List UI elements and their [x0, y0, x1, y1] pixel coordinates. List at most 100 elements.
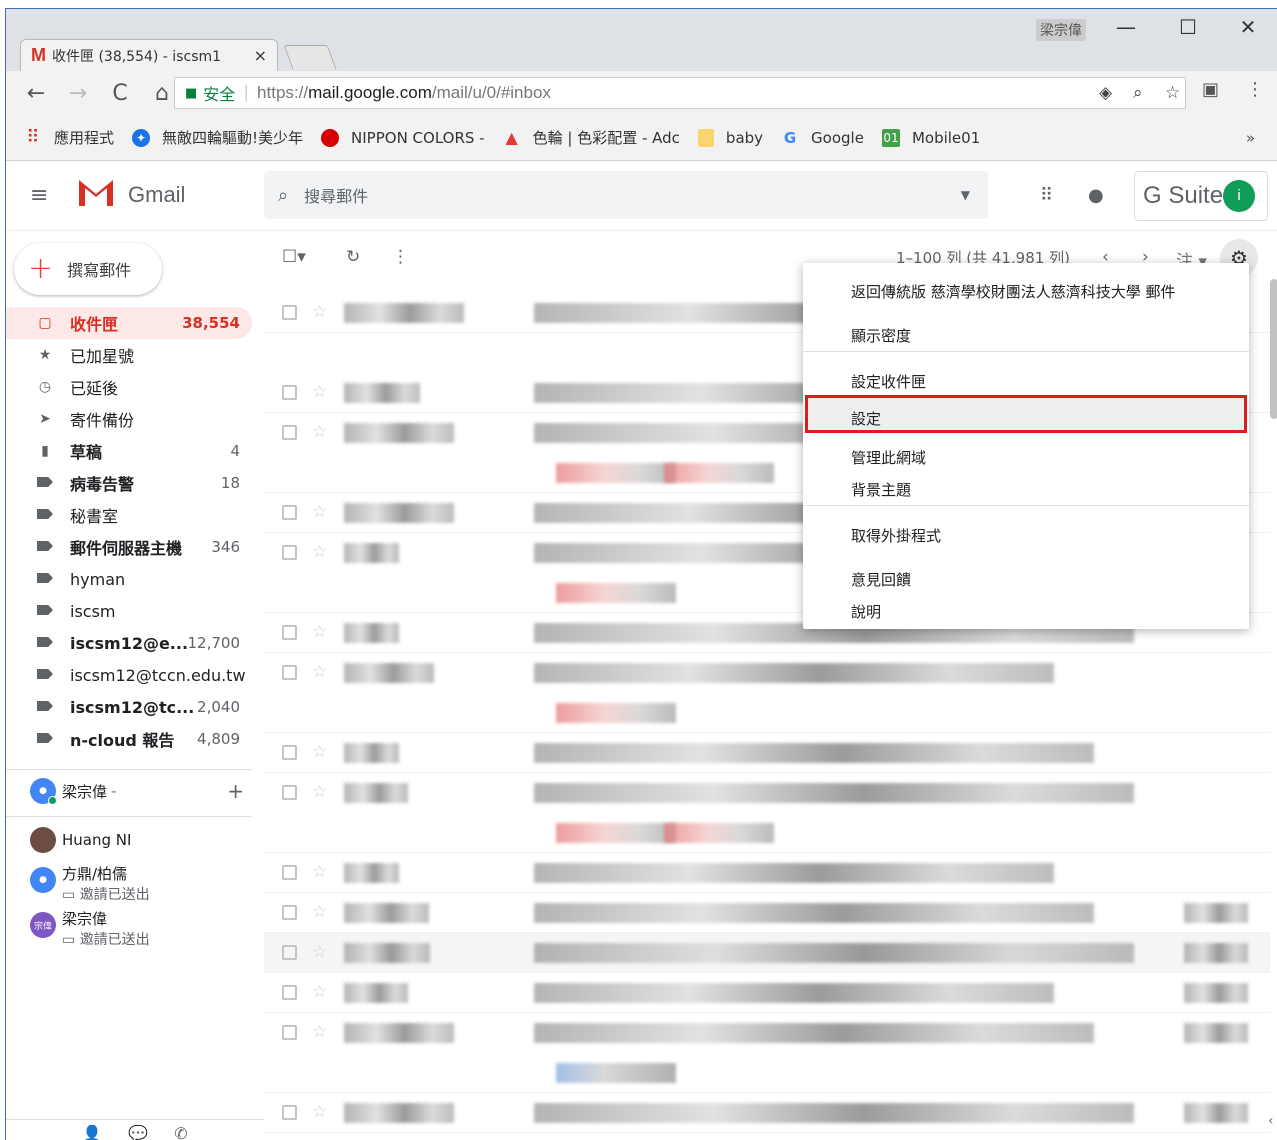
sidebar-item-label[interactable]: n-cloud 報告 4,809 — [6, 723, 252, 755]
minimize-button[interactable]: — — [1106, 15, 1146, 39]
search-options-icon[interactable]: ▼ — [961, 188, 970, 202]
contact-item[interactable]: 宗偉 梁宗偉 ▭ 邀請已送出 — [30, 908, 252, 949]
menu-item-manage-domain[interactable]: 管理此網域 — [851, 447, 926, 468]
bookmarks-more-icon[interactable]: » — [1246, 129, 1255, 147]
chat-icon[interactable]: 💬 — [128, 1124, 148, 1140]
person-icon[interactable]: 👤 — [82, 1124, 102, 1140]
sidebar-item-label[interactable]: iscsm — [6, 595, 252, 627]
back-icon[interactable]: ← — [24, 81, 48, 106]
menu-item-help[interactable]: 說明 — [851, 601, 881, 622]
search-input[interactable]: 搜尋郵件 — [304, 183, 368, 207]
browser-tab[interactable]: M 收件匣 (38,554) - iscsm1 × — [20, 39, 278, 71]
maximize-button[interactable]: ☐ — [1168, 15, 1208, 39]
phone-icon[interactable]: ✆ — [174, 1124, 187, 1140]
star-icon[interactable]: ☆ — [312, 302, 327, 322]
menu-item-feedback[interactable]: 意見回饋 — [851, 569, 911, 590]
contact-item[interactable]: ● 方鼎/柏儒 ▭ 邀請已送出 — [30, 863, 252, 904]
menu-item-density[interactable]: 顯示密度 — [851, 325, 911, 346]
star-icon[interactable]: ☆ — [312, 862, 327, 882]
star-icon[interactable]: ☆ — [312, 942, 327, 962]
scrollbar[interactable] — [1270, 279, 1277, 419]
more-actions-icon[interactable]: ⋮ — [392, 247, 409, 267]
star-icon[interactable]: ☆ — [312, 622, 327, 642]
row-checkbox[interactable] — [282, 1025, 297, 1040]
search-icon[interactable]: ⌕ — [278, 185, 288, 206]
gmail-logo-icon[interactable] — [76, 176, 116, 208]
bookmark-item[interactable]: NIPPON COLORS - — [321, 128, 485, 147]
star-icon[interactable]: ☆ — [312, 782, 327, 802]
reload-icon[interactable]: C — [108, 81, 132, 106]
bookmark-item[interactable]: baby — [697, 128, 763, 147]
sidebar-item-snoozed[interactable]: ◷ 已延後 — [6, 371, 252, 403]
menu-item-settings[interactable]: 設定 — [851, 408, 881, 429]
table-row[interactable]: ☆ — [264, 1093, 1270, 1133]
table-row[interactable]: ☆ — [264, 773, 1270, 853]
row-checkbox[interactable] — [282, 1105, 297, 1120]
refresh-icon[interactable]: ↻ — [346, 247, 360, 267]
contact-item[interactable]: Huang NI — [30, 827, 252, 853]
sidebar-item-starred[interactable]: ★ 已加星號 — [6, 339, 252, 371]
bookmark-item[interactable]: ✦ 無敵四輪驅動!美少年 — [132, 127, 303, 148]
tab-close-button[interactable]: × — [254, 46, 267, 65]
table-row[interactable]: ☆ — [264, 893, 1270, 933]
bookmark-item[interactable]: G Google — [781, 129, 864, 147]
menu-item-configure-inbox[interactable]: 設定收件匣 — [851, 371, 926, 392]
bookmark-apps[interactable]: ⠿ 應用程式 — [24, 127, 114, 148]
row-checkbox[interactable] — [282, 505, 297, 520]
star-icon[interactable]: ☆ — [312, 542, 327, 562]
sidebar-item-drafts[interactable]: ▮ 草稿 4 — [6, 435, 252, 467]
row-checkbox[interactable] — [282, 305, 297, 320]
forward-icon[interactable]: → — [66, 81, 90, 106]
select-all-checkbox[interactable]: ☐▾ — [282, 247, 306, 267]
star-icon[interactable]: ☆ — [312, 422, 327, 442]
menu-item-themes[interactable]: 背景主題 — [851, 479, 911, 500]
row-checkbox[interactable] — [282, 425, 297, 440]
star-icon[interactable]: ☆ — [312, 662, 327, 682]
table-row[interactable]: ☆ — [264, 973, 1270, 1013]
row-checkbox[interactable] — [282, 785, 297, 800]
bookmark-item[interactable]: ▲ 色輪 | 色彩配置 - Adc — [503, 127, 679, 148]
sidebar-item-label[interactable]: 病毒告警 18 — [6, 467, 252, 499]
bookmark-item[interactable]: 01 Mobile01 — [881, 128, 980, 147]
table-row[interactable]: ☆ — [264, 853, 1270, 893]
add-contact-button[interactable]: + — [227, 779, 244, 803]
row-checkbox[interactable] — [282, 385, 297, 400]
new-tab-button[interactable] — [283, 45, 337, 69]
extension-icon[interactable]: ▣ — [1202, 79, 1219, 100]
sidebar-item-inbox[interactable]: ▢ 收件匣 38,554 — [6, 307, 252, 339]
sidebar-item-label[interactable]: hyman — [6, 563, 252, 595]
menu-item-addons[interactable]: 取得外掛程式 — [851, 525, 941, 546]
hangouts-me[interactable]: ● 梁宗偉 - + — [30, 776, 252, 806]
eye-icon[interactable]: ◈ — [1099, 83, 1112, 103]
star-icon[interactable]: ☆ — [312, 382, 327, 402]
scroll-left-icon[interactable]: ‹ — [1268, 1113, 1274, 1129]
row-checkbox[interactable] — [282, 665, 297, 680]
row-checkbox[interactable] — [282, 985, 297, 1000]
hamburger-icon[interactable]: ≡ — [30, 183, 48, 208]
sidebar-item-sent[interactable]: ➤ 寄件備份 — [6, 403, 252, 435]
star-icon[interactable]: ☆ — [312, 1022, 327, 1042]
star-icon[interactable]: ☆ — [312, 982, 327, 1002]
table-row[interactable]: ☆ — [264, 733, 1270, 773]
status-caret[interactable]: - — [111, 782, 116, 800]
account-switcher[interactable]: G Suite i — [1134, 171, 1268, 221]
sidebar-item-label[interactable]: iscsm12@e... 12,700 — [6, 627, 252, 659]
home-icon[interactable]: ⌂ — [150, 81, 174, 106]
menu-item-classic[interactable]: 返回傳統版 慈濟學校財團法人慈濟科技大學 郵件 — [851, 281, 1176, 302]
mail-search[interactable]: ⌕ 搜尋郵件 ▼ — [264, 171, 988, 219]
sidebar-item-label[interactable]: 郵件伺服器主機 346 — [6, 531, 252, 563]
sidebar-item-label[interactable]: 秘書室 — [6, 499, 252, 531]
address-bar[interactable]: ■ 安全 | https://mail.google.com/mail/u/0/… — [174, 77, 1186, 109]
row-checkbox[interactable] — [282, 865, 297, 880]
compose-button[interactable]: + 撰寫郵件 — [14, 243, 162, 295]
bookmark-star-icon[interactable]: ☆ — [1165, 83, 1180, 103]
star-icon[interactable]: ☆ — [312, 502, 327, 522]
table-row[interactable]: ☆ — [264, 653, 1270, 733]
sidebar-item-label[interactable]: iscsm12@tc... 2,040 — [6, 691, 252, 723]
star-icon[interactable]: ☆ — [312, 742, 327, 762]
row-checkbox[interactable] — [282, 945, 297, 960]
apps-grid-icon[interactable]: ⠿ — [1040, 185, 1053, 206]
sidebar-item-label[interactable]: iscsm12@tccn.edu.tw — [6, 659, 252, 691]
row-checkbox[interactable] — [282, 905, 297, 920]
notification-icon[interactable]: ● — [1088, 185, 1104, 206]
